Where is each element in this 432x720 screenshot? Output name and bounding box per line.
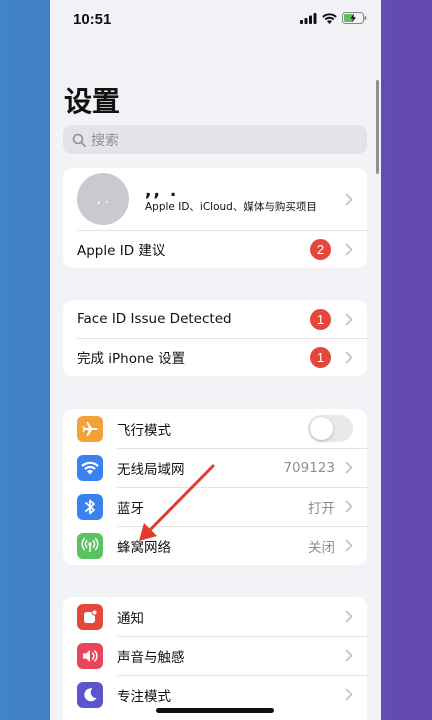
chevron-right-icon bbox=[345, 688, 353, 701]
chevron-right-icon bbox=[345, 351, 353, 363]
home-indicator[interactable] bbox=[156, 708, 274, 713]
chevron-right-icon bbox=[345, 539, 353, 552]
wifi-icon bbox=[77, 454, 103, 481]
row-label: 飞行模式 bbox=[117, 422, 171, 439]
cellular-icon bbox=[77, 532, 103, 559]
chevron-right-icon bbox=[345, 461, 353, 474]
search-icon bbox=[72, 133, 86, 147]
battery-charging-icon bbox=[342, 12, 367, 24]
notifications-row[interactable]: 通知 bbox=[63, 597, 367, 636]
finish-iphone-setup-row[interactable]: 完成 iPhone 设置 1 bbox=[63, 338, 367, 376]
bluetooth-icon bbox=[77, 493, 103, 520]
cellular-status: 关闭 bbox=[308, 539, 335, 556]
cellular-signal-icon bbox=[300, 12, 317, 24]
search-input[interactable]: 搜索 bbox=[63, 125, 367, 154]
apple-id-profile-row[interactable]: , . ,, . Apple ID、iCloud、媒体与购买项目 bbox=[63, 168, 367, 230]
settings-screen: 10:51 设置 搜索 , . ,, . Apple ID、iCloud、媒体与… bbox=[50, 0, 381, 720]
alerts-group: Face ID Issue Detected 1 完成 iPhone 设置 1 bbox=[63, 300, 367, 376]
cellular-row[interactable]: 蜂窝网络 关闭 bbox=[63, 526, 367, 565]
wifi-status-icon bbox=[322, 12, 337, 24]
avatar: , . bbox=[77, 173, 129, 225]
airplane-mode-toggle[interactable] bbox=[308, 415, 353, 442]
chevron-right-icon bbox=[345, 649, 353, 662]
wifi-row[interactable]: 无线局域网 709123 bbox=[63, 448, 367, 487]
face-id-issue-row[interactable]: Face ID Issue Detected 1 bbox=[63, 300, 367, 338]
row-label: 声音与触感 bbox=[117, 649, 185, 666]
toggle-knob bbox=[310, 417, 333, 440]
row-label: 通知 bbox=[117, 610, 144, 627]
bluetooth-status: 打开 bbox=[308, 500, 335, 517]
page-title: 设置 bbox=[64, 85, 121, 118]
row-label: 蓝牙 bbox=[117, 500, 144, 517]
profile-name: ,, . bbox=[145, 181, 179, 201]
profile-subtitle: Apple ID、iCloud、媒体与购买项目 bbox=[145, 201, 317, 213]
notification-badge: 1 bbox=[310, 308, 331, 330]
sounds-haptics-row[interactable]: 声音与触感 bbox=[63, 636, 367, 675]
search-placeholder: 搜索 bbox=[91, 132, 119, 149]
row-label: 蜂窝网络 bbox=[117, 539, 171, 556]
moon-icon bbox=[77, 681, 103, 708]
notifications-group: 通知 声音与触感 专注模式 bbox=[63, 597, 367, 720]
sound-icon bbox=[77, 642, 103, 669]
row-label: 专注模式 bbox=[117, 688, 171, 705]
row-label: Apple ID 建议 bbox=[77, 243, 166, 259]
notification-badge: 1 bbox=[310, 346, 331, 368]
airplane-icon bbox=[77, 415, 103, 442]
row-label: 完成 iPhone 设置 bbox=[77, 351, 186, 367]
status-icons bbox=[300, 12, 367, 24]
status-time: 10:51 bbox=[73, 11, 112, 28]
chevron-right-icon bbox=[345, 500, 353, 513]
chevron-right-icon bbox=[345, 313, 353, 325]
notification-badge: 2 bbox=[310, 238, 331, 260]
scroll-indicator[interactable] bbox=[376, 80, 379, 174]
row-label: 无线局域网 bbox=[117, 461, 185, 478]
bluetooth-row[interactable]: 蓝牙 打开 bbox=[63, 487, 367, 526]
connectivity-group: 飞行模式 无线局域网 709123 蓝牙 打开 蜂窝网络 关闭 bbox=[63, 409, 367, 565]
airplane-mode-row: 飞行模式 bbox=[63, 409, 367, 448]
row-label: Face ID Issue Detected bbox=[77, 311, 232, 327]
wifi-network-name: 709123 bbox=[283, 459, 335, 476]
chevron-right-icon bbox=[345, 193, 353, 205]
notification-icon bbox=[77, 603, 103, 630]
chevron-right-icon bbox=[345, 610, 353, 623]
status-bar: 10:51 bbox=[50, 0, 381, 40]
profile-group: , . ,, . Apple ID、iCloud、媒体与购买项目 Apple I… bbox=[63, 168, 367, 268]
apple-id-suggestions-row[interactable]: Apple ID 建议 2 bbox=[63, 230, 367, 268]
chevron-right-icon bbox=[345, 243, 353, 255]
